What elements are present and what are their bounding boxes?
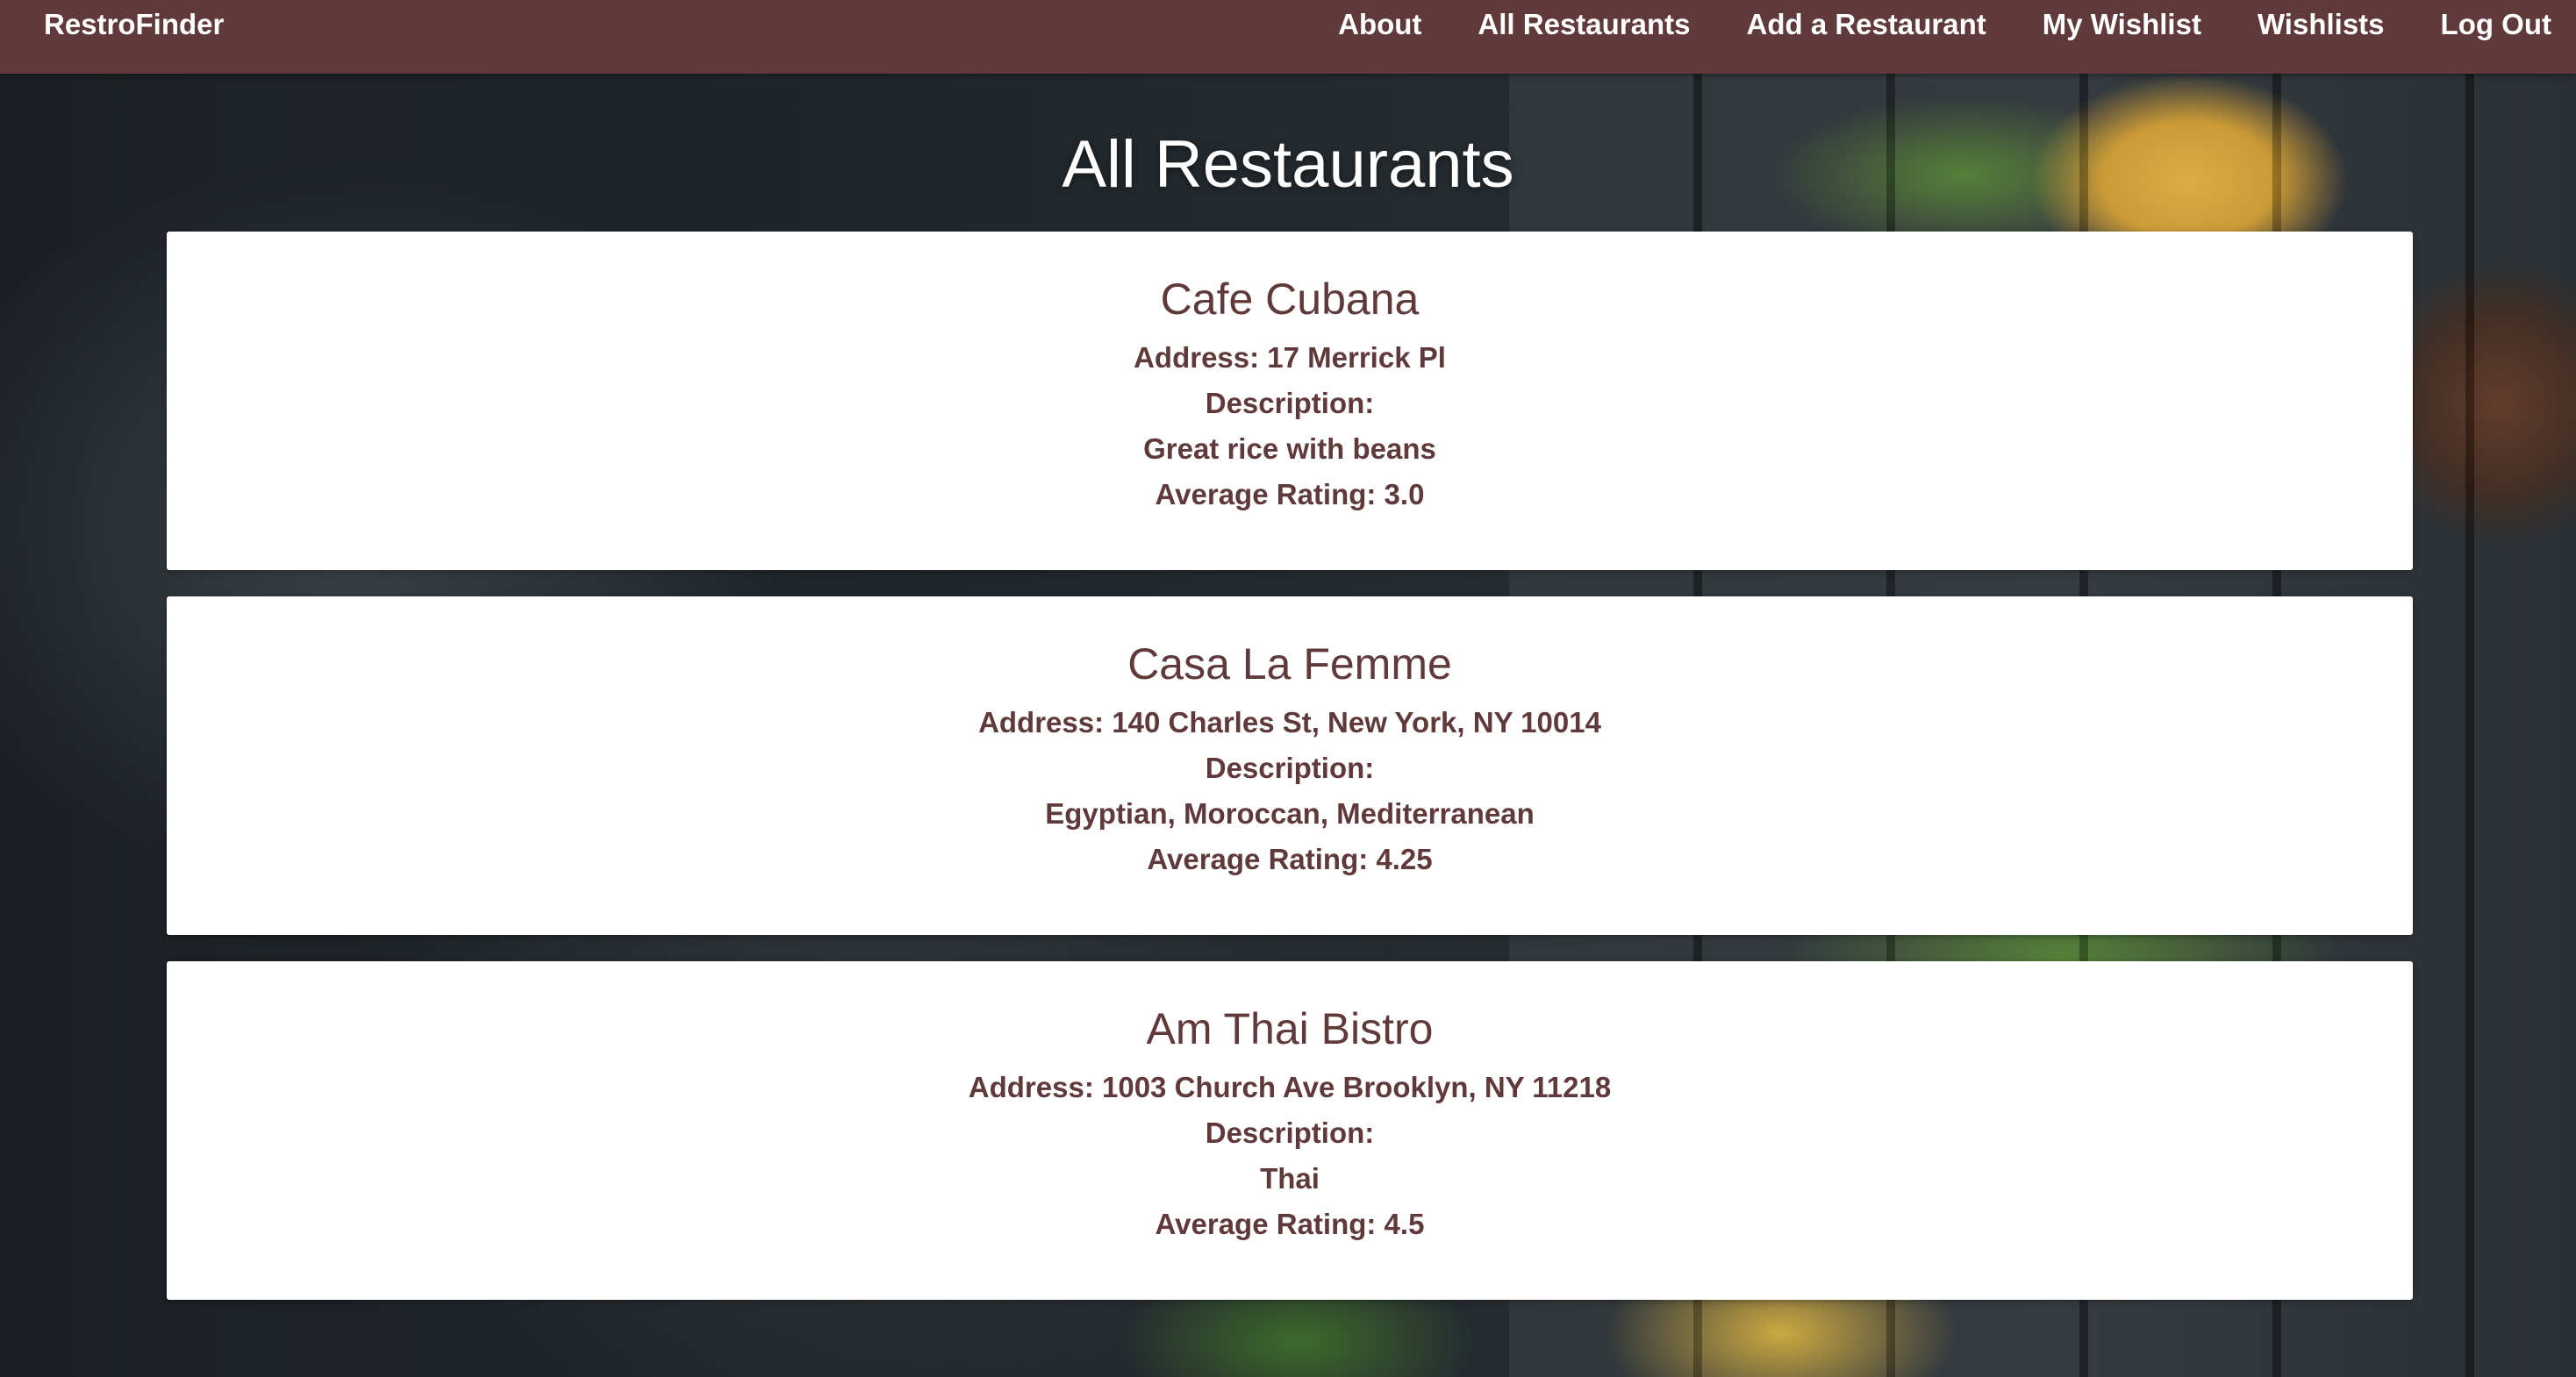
nav-link-my-wishlist[interactable]: My Wishlist bbox=[2043, 0, 2201, 49]
restaurant-name: Casa La Femme bbox=[1127, 639, 1452, 688]
restaurant-list: Cafe Cubana Address: 17 Merrick Pl Descr… bbox=[167, 232, 2413, 1326]
restaurant-description-label: Description: bbox=[1205, 1117, 1375, 1149]
restaurant-description: Great rice with beans bbox=[1143, 432, 1436, 465]
restaurant-address: Address: 17 Merrick Pl bbox=[1134, 341, 1446, 374]
nav-link-wishlists[interactable]: Wishlists bbox=[2258, 0, 2385, 49]
restaurant-address: Address: 140 Charles St, New York, NY 10… bbox=[978, 706, 1601, 738]
restaurant-card: Casa La Femme Address: 140 Charles St, N… bbox=[167, 596, 2413, 935]
nav-links: About All Restaurants Add a Restaurant M… bbox=[1338, 0, 2551, 49]
restaurant-card: Am Thai Bistro Address: 1003 Church Ave … bbox=[167, 961, 2413, 1300]
restaurant-description: Egyptian, Moroccan, Mediterranean bbox=[1045, 797, 1535, 830]
restaurant-rating: Average Rating: 4.5 bbox=[1155, 1208, 1425, 1240]
restaurant-name: Am Thai Bistro bbox=[1146, 1004, 1434, 1053]
restaurant-description: Thai bbox=[1260, 1162, 1320, 1195]
page: { "nav": { "brand": "RestroFinder", "lin… bbox=[0, 0, 2576, 1377]
nav-link-log-out[interactable]: Log Out bbox=[2441, 0, 2551, 49]
nav-link-add-restaurant[interactable]: Add a Restaurant bbox=[1747, 0, 1986, 49]
restaurant-description-label: Description: bbox=[1205, 752, 1375, 784]
restaurant-rating: Average Rating: 4.25 bbox=[1147, 843, 1433, 875]
nav-link-about[interactable]: About bbox=[1338, 0, 1421, 49]
restaurant-name: Cafe Cubana bbox=[1160, 275, 1420, 324]
restaurant-address: Address: 1003 Church Ave Brooklyn, NY 11… bbox=[968, 1071, 1612, 1103]
navbar: RestroFinder About All Restaurants Add a… bbox=[0, 0, 2576, 74]
page-title: All Restaurants bbox=[1062, 127, 1514, 202]
restaurant-card: Cafe Cubana Address: 17 Merrick Pl Descr… bbox=[167, 232, 2413, 570]
brand-link[interactable]: RestroFinder bbox=[44, 0, 224, 49]
nav-link-all-restaurants[interactable]: All Restaurants bbox=[1478, 0, 1690, 49]
restaurant-description-label: Description: bbox=[1205, 387, 1375, 419]
restaurant-rating: Average Rating: 3.0 bbox=[1155, 478, 1425, 510]
